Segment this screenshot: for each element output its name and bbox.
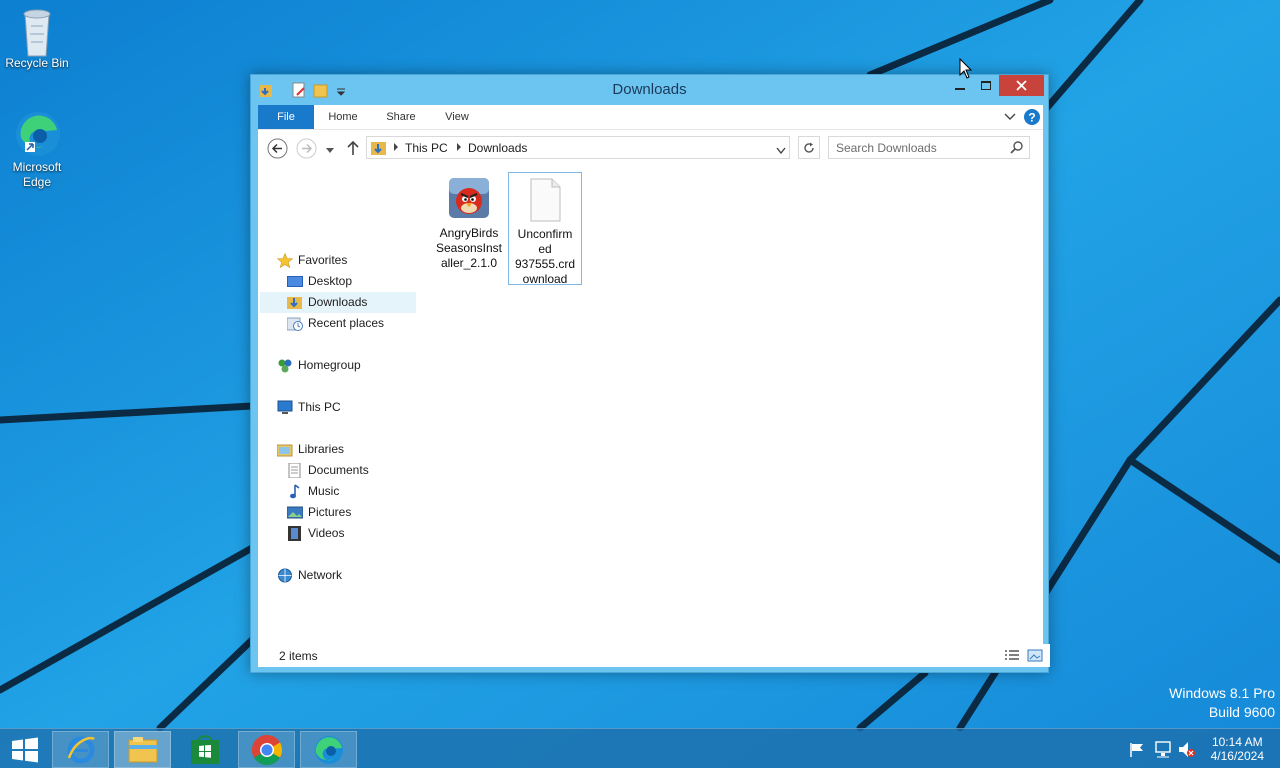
music-icon	[287, 484, 303, 499]
os-watermark: Windows 8.1 Pro Build 9600	[1169, 684, 1275, 722]
tab-file[interactable]: File	[258, 105, 314, 129]
recycle-bin-icon	[13, 6, 61, 57]
expand-ribbon-icon[interactable]	[1004, 111, 1016, 125]
volume-muted-icon[interactable]	[1178, 741, 1196, 761]
os-build: Build 9600	[1208, 704, 1275, 720]
maximize-button[interactable]	[973, 75, 999, 96]
details-view-icon[interactable]	[1004, 649, 1020, 665]
edge-icon	[13, 110, 61, 158]
file-name-line: AngryBirds	[439, 226, 499, 240]
search-icon[interactable]	[1010, 141, 1023, 157]
status-bar: 2 items	[265, 644, 1050, 667]
recycle-bin-desktop-icon[interactable]: Recycle Bin	[0, 6, 74, 71]
tab-share[interactable]: Share	[376, 105, 426, 129]
window-title: Downloads	[612, 81, 687, 98]
edge-icon	[314, 735, 343, 764]
forward-button[interactable]	[296, 138, 317, 162]
search-input[interactable]	[829, 137, 1007, 158]
taskbar-file-explorer[interactable]	[114, 731, 171, 768]
file-name-line: aller_2.1.0	[440, 256, 498, 270]
back-button[interactable]	[267, 138, 288, 162]
star-icon	[276, 252, 294, 269]
address-dropdown-icon[interactable]	[776, 144, 786, 158]
action-center-flag-icon[interactable]	[1129, 742, 1145, 761]
recycle-bin-label: Recycle Bin	[5, 56, 69, 70]
clock-date: 4/16/2024	[1210, 749, 1264, 763]
libraries-icon	[276, 442, 293, 457]
tab-view[interactable]: View	[434, 105, 480, 129]
file-name-line: Unconfirm	[517, 227, 573, 241]
up-arrow-icon	[347, 140, 359, 155]
item-count: 2 items	[279, 649, 318, 663]
store-icon	[190, 734, 219, 764]
navigation-bar: This PC Downloads	[258, 129, 1043, 166]
taskbar-store[interactable]	[176, 731, 233, 768]
computer-icon	[277, 400, 293, 415]
chrome-icon	[251, 734, 282, 765]
file-name-line: ownload	[522, 272, 568, 286]
breadcrumb-separator-icon	[456, 141, 462, 155]
file-name-line: ed	[538, 242, 552, 256]
close-button[interactable]	[999, 75, 1044, 96]
help-icon[interactable]: ?	[1024, 109, 1040, 128]
videos-icon	[287, 526, 303, 541]
chevron-down-icon	[326, 148, 334, 153]
breadcrumb-separator-icon	[393, 141, 399, 155]
file-unconfirmed-crdownload[interactable]: Unconfirm ed 937555.crd ownload	[508, 176, 582, 287]
content-area: Favorites Desktop Downloads Recent place…	[258, 166, 1050, 667]
search-box	[828, 136, 1030, 159]
file-name-line: SeasonsInst	[435, 241, 503, 255]
ribbon-tabs: File Home Share View ?	[258, 105, 1043, 129]
svg-text:?: ?	[1028, 111, 1035, 125]
breadcrumb-downloads[interactable]: Downloads	[468, 141, 527, 155]
title-bar[interactable]: Downloads	[251, 75, 1048, 105]
taskbar: 10:14 AM 4/16/2024	[0, 728, 1280, 768]
back-arrow-icon	[267, 138, 288, 159]
start-button[interactable]	[0, 731, 50, 768]
large-icons-view-icon[interactable]	[1027, 649, 1043, 665]
edge-desktop-icon[interactable]: Microsoft Edge	[0, 110, 74, 190]
clock-time: 10:14 AM	[1211, 735, 1263, 749]
os-edition: Windows 8.1 Pro	[1169, 685, 1275, 701]
network-status-icon[interactable]	[1154, 741, 1172, 761]
file-name-line: 937555.crd	[514, 257, 576, 271]
angry-birds-app-icon	[449, 178, 489, 218]
refresh-icon	[804, 142, 814, 153]
network-icon	[277, 568, 293, 583]
pictures-icon	[286, 505, 304, 520]
downloads-folder-icon	[370, 139, 388, 160]
close-icon	[1016, 80, 1027, 91]
tab-home[interactable]: Home	[320, 105, 366, 129]
edge-label: Microsoft Edge	[12, 160, 62, 189]
recent-locations-button[interactable]	[325, 144, 335, 158]
up-button[interactable]	[346, 140, 360, 159]
generic-file-icon	[525, 178, 565, 222]
taskbar-internet-explorer[interactable]	[52, 731, 109, 768]
windows-logo-icon	[12, 737, 38, 762]
recent-places-icon	[286, 316, 303, 331]
homegroup-icon	[277, 358, 293, 373]
system-clock[interactable]: 10:14 AM 4/16/2024	[1211, 735, 1264, 763]
forward-arrow-icon	[296, 138, 317, 159]
taskbar-chrome[interactable]	[238, 731, 295, 768]
documents-icon	[287, 462, 303, 479]
downloads-icon	[287, 295, 303, 310]
desktop-icon	[287, 274, 303, 289]
taskbar-edge[interactable]	[300, 731, 357, 768]
file-explorer-icon	[128, 736, 157, 762]
refresh-button[interactable]	[798, 136, 820, 159]
internet-explorer-icon	[67, 736, 95, 763]
navigation-pane: Favorites Desktop Downloads Recent place…	[258, 166, 418, 636]
file-angrybirds-installer[interactable]: AngryBirds SeasonsInst aller_2.1.0	[432, 176, 506, 271]
address-bar[interactable]: This PC Downloads	[366, 136, 790, 159]
mouse-cursor-icon	[959, 57, 973, 83]
breadcrumb-this-pc[interactable]: This PC	[405, 141, 448, 155]
file-explorer-window: Downloads File Home Share View ? This PC…	[250, 74, 1050, 673]
